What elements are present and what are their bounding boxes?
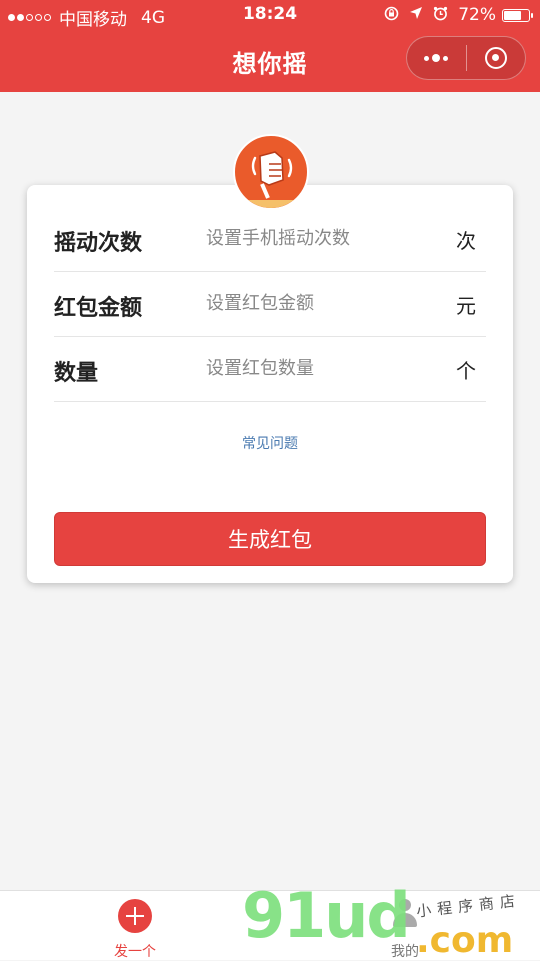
- shake-count-label: 摇动次数: [54, 231, 143, 256]
- tab-bar: 发一个 我的: [0, 890, 540, 960]
- close-button[interactable]: [467, 37, 526, 79]
- form-row-shake-count: 摇动次数 次: [54, 207, 486, 272]
- generate-red-packet-button[interactable]: 生成红包: [54, 512, 486, 566]
- tab-mine-label: 我的: [391, 944, 419, 960]
- close-target-icon: [484, 47, 507, 69]
- quantity-input[interactable]: [206, 353, 436, 383]
- shake-count-unit: 次: [456, 229, 476, 253]
- navigation-bar: 想你摇: [0, 30, 540, 92]
- battery-fill: [504, 10, 521, 20]
- tab-send[interactable]: 发一个: [75, 891, 195, 961]
- form-row-quantity: 数量 个: [54, 337, 486, 402]
- quantity-label: 数量: [54, 361, 99, 386]
- battery-percentage: 72%: [458, 5, 496, 25]
- shaking-hand-icon: [233, 134, 309, 210]
- more-dots-icon: [423, 54, 450, 62]
- faq-link[interactable]: 常见问题: [27, 433, 513, 453]
- battery-icon: [502, 8, 533, 22]
- quantity-unit: 个: [456, 359, 476, 383]
- rotation-lock-icon: [384, 6, 399, 25]
- tab-mine[interactable]: 我的: [345, 891, 465, 961]
- user-icon: [391, 899, 419, 929]
- location-arrow-icon: [409, 6, 423, 24]
- status-right: 72%: [384, 5, 533, 25]
- shake-count-input[interactable]: [206, 223, 436, 253]
- alarm-clock-icon: [433, 6, 448, 25]
- add-circle-icon: [118, 899, 152, 933]
- tab-send-label: 发一个: [114, 944, 156, 960]
- more-button[interactable]: [407, 37, 466, 79]
- status-bar: 中国移动 4G 18:24 72%: [0, 0, 540, 30]
- amount-label: 红包金额: [54, 296, 143, 321]
- mini-program-capsule: [406, 36, 526, 80]
- amount-unit: 元: [456, 294, 476, 318]
- amount-input[interactable]: [206, 288, 436, 318]
- red-packet-form-card: 摇动次数 次 红包金额 元 数量 个 常见问题 生成红包: [27, 185, 513, 583]
- form-row-amount: 红包金额 元: [54, 272, 486, 337]
